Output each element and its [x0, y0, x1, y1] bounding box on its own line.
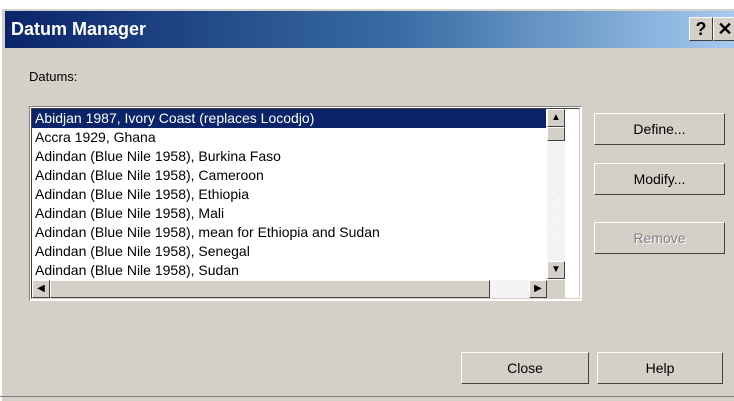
window-close-button[interactable]: ✕ — [713, 17, 734, 41]
scroll-right-button[interactable]: ▶ — [529, 280, 547, 298]
datum-list-item[interactable]: Adindan (Blue Nile 1958), Senegal — [32, 242, 546, 261]
datum-list-item[interactable]: Adindan (Blue Nile 1958), Burkina Faso — [32, 147, 546, 166]
vertical-scroll-thumb[interactable] — [547, 127, 565, 141]
scroll-down-button[interactable]: ▼ — [547, 261, 565, 279]
scroll-left-button[interactable]: ◀ — [32, 280, 50, 298]
datum-list-item[interactable]: Abidjan 1987, Ivory Coast (replaces Loco… — [32, 109, 546, 128]
arrow-left-icon: ◀ — [37, 283, 45, 294]
arrow-up-icon: ▲ — [551, 112, 561, 123]
datum-list-item[interactable]: Adindan (Blue Nile 1958), Mali — [32, 204, 546, 223]
datum-manager-dialog: Datum Manager ? ✕ Datums: Abidjan 1987, … — [1, 8, 734, 401]
define-button[interactable]: Define... — [594, 113, 725, 145]
scroll-corner — [547, 280, 565, 298]
help-button[interactable]: Help — [597, 352, 723, 384]
datum-list-item[interactable]: Adindan (Blue Nile 1958), mean for Ethio… — [32, 223, 546, 242]
title-bar[interactable]: Datum Manager ? ✕ — [5, 11, 734, 48]
close-icon: ✕ — [717, 18, 733, 39]
scroll-up-button[interactable]: ▲ — [547, 109, 565, 127]
question-icon: ? — [695, 18, 707, 39]
window-title: Datum Manager — [11, 19, 147, 39]
datum-list-item[interactable]: Adindan (Blue Nile 1958), Ethiopia — [32, 185, 546, 204]
horizontal-scroll-thumb[interactable] — [50, 280, 490, 298]
datum-list-item[interactable]: Adindan (Blue Nile 1958), Cameroon — [32, 166, 546, 185]
datums-label: Datums: — [29, 69, 78, 84]
arrow-down-icon: ▼ — [551, 264, 561, 275]
datums-list[interactable]: Abidjan 1987, Ivory Coast (replaces Loco… — [32, 109, 546, 279]
bottom-divider — [0, 396, 734, 397]
horizontal-scrollbar[interactable]: ◀ ▶ — [32, 280, 547, 298]
datum-list-item[interactable]: Accra 1929, Ghana — [32, 128, 546, 147]
datum-list-item[interactable]: Adindan (Blue Nile 1958), Sudan — [32, 261, 546, 279]
vertical-scrollbar[interactable]: ▲ ▼ — [547, 109, 565, 279]
datums-listbox[interactable]: Abidjan 1987, Ivory Coast (replaces Loco… — [29, 106, 582, 301]
remove-button[interactable]: Remove — [594, 222, 725, 254]
arrow-right-icon: ▶ — [534, 283, 542, 294]
close-button[interactable]: Close — [461, 352, 589, 384]
context-help-button[interactable]: ? — [689, 17, 713, 41]
modify-button[interactable]: Modify... — [594, 163, 725, 195]
